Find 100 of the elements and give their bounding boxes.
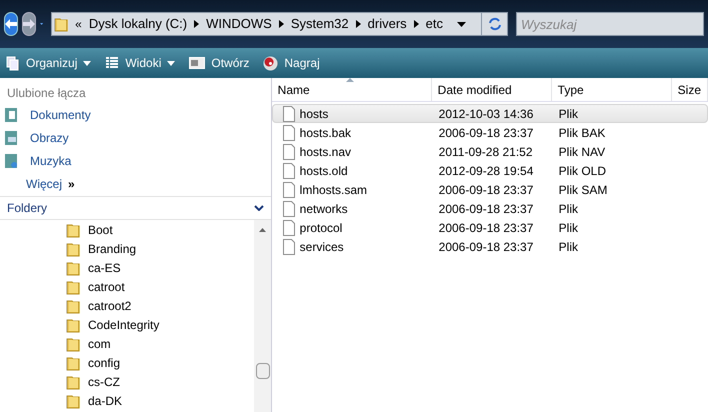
file-row[interactable]: hosts 2012-10-03 14:36 Plik <box>272 104 708 123</box>
back-button[interactable] <box>4 12 18 36</box>
dropdown-caret-icon[interactable] <box>457 22 466 26</box>
folder-icon <box>66 241 80 257</box>
sort-arrow-icon <box>346 78 354 82</box>
breadcrumb-item[interactable]: System32 <box>290 14 349 34</box>
folder-item[interactable]: catroot2 <box>66 298 254 314</box>
chevron-icon <box>414 20 419 28</box>
window-icon <box>189 57 206 69</box>
file-row[interactable]: hosts.bak 2006-09-18 23:37 Plik BAK <box>272 123 708 142</box>
views-icon <box>105 56 120 70</box>
file-row[interactable]: hosts.nav 2011-09-28 21:52 Plik NAV <box>272 142 708 161</box>
disc-icon <box>263 56 278 70</box>
scroll-up-arrow-icon[interactable] <box>258 228 266 232</box>
address-bar[interactable]: « Dysk lokalny (C:) WINDOWS System32 drivers etc <box>51 12 508 36</box>
date-cell-text: 2006-09-18 23:37 <box>438 200 534 218</box>
folder-item[interactable]: catroot <box>66 279 254 295</box>
folders-header[interactable]: Foldery <box>0 196 271 220</box>
favorite-link[interactable]: Muzyka <box>0 152 271 170</box>
file-row[interactable]: networks 2006-09-18 23:37 Plik <box>272 199 708 218</box>
column-header[interactable]: Name <box>272 78 432 101</box>
file-icon <box>282 124 295 140</box>
overflow-mark[interactable]: « <box>75 15 82 33</box>
type-cell-text: Plik <box>558 200 579 218</box>
music-icon <box>4 153 18 169</box>
folder-icon <box>66 298 80 314</box>
file-icon <box>282 238 295 254</box>
toolbar-button[interactable]: Widoki <box>105 54 176 72</box>
toolbar-button[interactable]: Nagraj <box>263 54 320 72</box>
type-cell-text: Plik OLD <box>558 162 607 180</box>
folder-item[interactable]: cs-CZ <box>66 374 254 390</box>
date-cell-text: 2006-09-18 23:37 <box>438 220 534 236</box>
folder-icon <box>66 317 80 333</box>
folder-item[interactable]: com <box>66 336 254 352</box>
date-cell-text: 2012-09-28 19:54 <box>438 162 534 180</box>
scroll-thumb[interactable] <box>256 363 270 379</box>
type-cell-text: Plik <box>558 238 579 256</box>
folder-icon <box>54 16 68 32</box>
file-icon <box>282 106 295 122</box>
type-cell-text: Plik BAK <box>558 124 606 142</box>
search-field[interactable]: Wyszukaj <box>516 12 704 36</box>
file-name: hosts <box>300 106 328 122</box>
folder-icon <box>66 279 80 295</box>
file-name: hosts.old <box>300 162 348 180</box>
column-header[interactable]: Size <box>672 78 708 101</box>
file-icon <box>282 182 295 198</box>
chevron-icon <box>194 20 200 28</box>
scrollbar[interactable] <box>254 220 271 412</box>
file-name: networks <box>300 200 348 218</box>
folder-icon <box>66 336 80 352</box>
picture-icon <box>4 130 18 146</box>
file-icon <box>282 162 295 178</box>
breadcrumb-item[interactable]: drivers <box>368 14 407 34</box>
folder-item[interactable]: config <box>66 355 254 371</box>
folder-item[interactable]: Branding <box>66 241 254 257</box>
file-row[interactable]: protocol 2006-09-18 23:37 Plik <box>272 218 708 237</box>
favorite-link[interactable]: Obrazy <box>0 129 271 147</box>
column-header[interactable]: Date modified <box>432 78 552 101</box>
type-cell-text: Plik NAV <box>558 144 606 160</box>
pages-icon <box>6 56 20 70</box>
folder-item[interactable]: da-DK <box>66 393 254 409</box>
column-header[interactable]: Type <box>552 78 672 101</box>
breadcrumb-item[interactable]: WINDOWS <box>206 14 272 34</box>
forward-button[interactable] <box>22 12 36 36</box>
file-name: services <box>300 238 344 256</box>
file-row[interactable]: services 2006-09-18 23:37 Plik <box>272 237 708 256</box>
file-row[interactable]: hosts.old 2012-09-28 19:54 Plik OLD <box>272 161 708 180</box>
breadcrumb-item[interactable]: etc <box>426 14 443 34</box>
date-cell-text: 2006-09-18 23:37 <box>438 238 534 256</box>
file-icon <box>282 220 295 236</box>
folder-icon <box>66 222 80 238</box>
file-name: lmhosts.sam <box>300 182 368 198</box>
type-cell-text: Plik <box>558 106 579 122</box>
date-cell-text: 2006-09-18 23:37 <box>438 182 534 198</box>
date-cell-text: 2011-09-28 21:52 <box>438 144 534 160</box>
type-cell-text: Plik SAM <box>558 182 608 198</box>
toolbar-button[interactable]: Otwórz <box>189 54 250 72</box>
favorite-link[interactable]: Dokumenty <box>0 106 271 124</box>
date-cell-text: 2006-09-18 23:37 <box>438 124 534 142</box>
file-name: hosts.bak <box>300 124 352 142</box>
file-icon <box>282 144 295 160</box>
folder-icon <box>66 355 80 371</box>
file-row[interactable]: lmhosts.sam 2006-09-18 23:37 Plik SAM <box>272 180 708 199</box>
type-cell-text: Plik <box>558 220 579 236</box>
folder-icon <box>66 260 80 276</box>
folder-icon <box>66 374 80 390</box>
history-caret-icon[interactable] <box>40 22 44 26</box>
file-icon <box>282 200 295 216</box>
folder-item[interactable]: ca-ES <box>66 260 254 276</box>
file-name: protocol <box>300 220 342 236</box>
folder-item[interactable]: CodeIntegrity <box>66 317 254 333</box>
collapse-chevron-icon <box>254 205 264 211</box>
toolbar-button[interactable]: Organizuj <box>6 54 92 72</box>
more-link[interactable]: Więcej » <box>0 175 271 193</box>
folder-item[interactable]: Boot <box>66 222 254 238</box>
chevron-icon <box>356 20 361 28</box>
document-icon <box>4 107 18 123</box>
breadcrumb-item[interactable]: Dysk lokalny (C:) <box>88 14 188 34</box>
folder-icon <box>66 393 80 409</box>
chevron-icon <box>278 20 284 28</box>
